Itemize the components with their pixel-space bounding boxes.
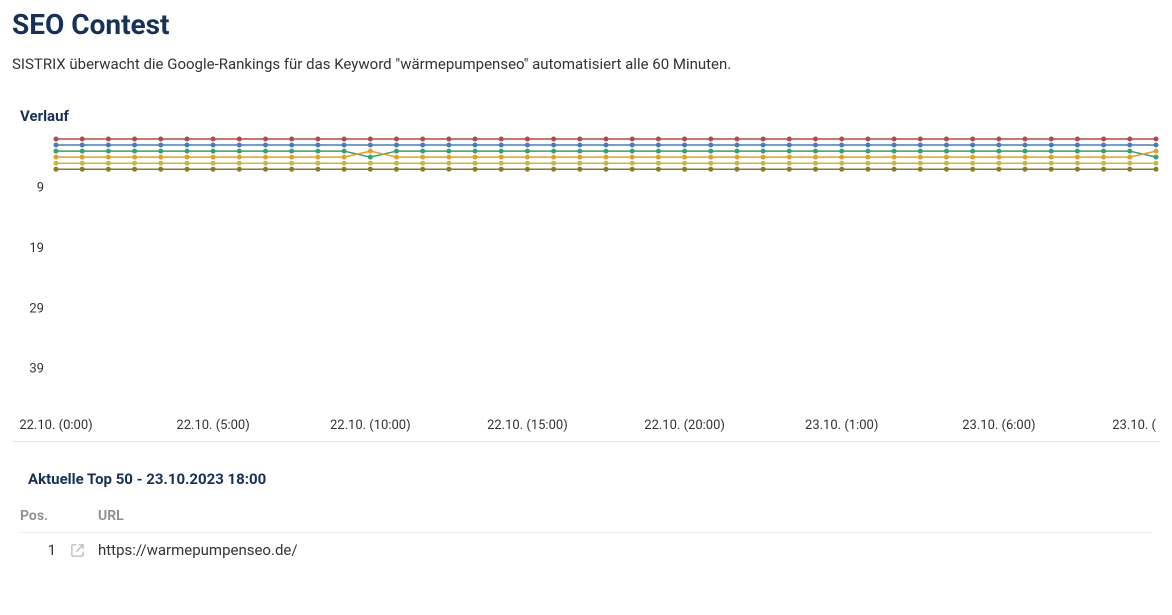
page-title: SEO Contest (12, 8, 1160, 41)
svg-text:29: 29 (29, 301, 44, 316)
svg-text:9: 9 (37, 180, 44, 195)
svg-text:23.10. (: 23.10. ( (1112, 418, 1156, 433)
top50-title: Aktuelle Top 50 - 23.10.2023 18:00 (20, 460, 1152, 498)
col-header-url: URL (98, 508, 1152, 524)
chart-title: Verlauf (12, 97, 1160, 135)
svg-text:23.10. (1:00): 23.10. (1:00) (805, 418, 878, 433)
svg-text:22.10. (20:00): 22.10. (20:00) (644, 418, 725, 433)
table-header: Pos. URL (20, 498, 1152, 532)
svg-text:22.10. (10:00): 22.10. (10:00) (330, 418, 411, 433)
svg-text:19: 19 (29, 241, 44, 256)
svg-text:22.10. (15:00): 22.10. (15:00) (487, 418, 568, 433)
cell-pos: 1 (20, 541, 70, 559)
chart-container: Verlauf 9 19 29 39 22.10. (0:00) 22.10. (5:00… (12, 97, 1160, 442)
svg-text:22.10. (0:00): 22.10. (0:00) (19, 418, 92, 433)
ranking-chart[interactable]: 9 19 29 39 22.10. (0:00) 22.10. (5:00) 22.10. … (12, 135, 1160, 435)
intro-text: SISTRIX überwacht die Google-Rankings fü… (12, 55, 1160, 73)
cell-url[interactable]: https://warmepumpenseo.de/ (98, 541, 298, 559)
svg-text:39: 39 (29, 362, 44, 377)
external-link-icon[interactable] (70, 543, 98, 558)
top50-section: Aktuelle Top 50 - 23.10.2023 18:00 Pos. … (12, 460, 1160, 567)
svg-text:22.10. (5:00): 22.10. (5:00) (176, 418, 249, 433)
table-row: 1 https://warmepumpenseo.de/ (20, 532, 1152, 567)
col-header-pos: Pos. (20, 508, 70, 524)
svg-text:23.10. (6:00): 23.10. (6:00) (962, 418, 1035, 433)
